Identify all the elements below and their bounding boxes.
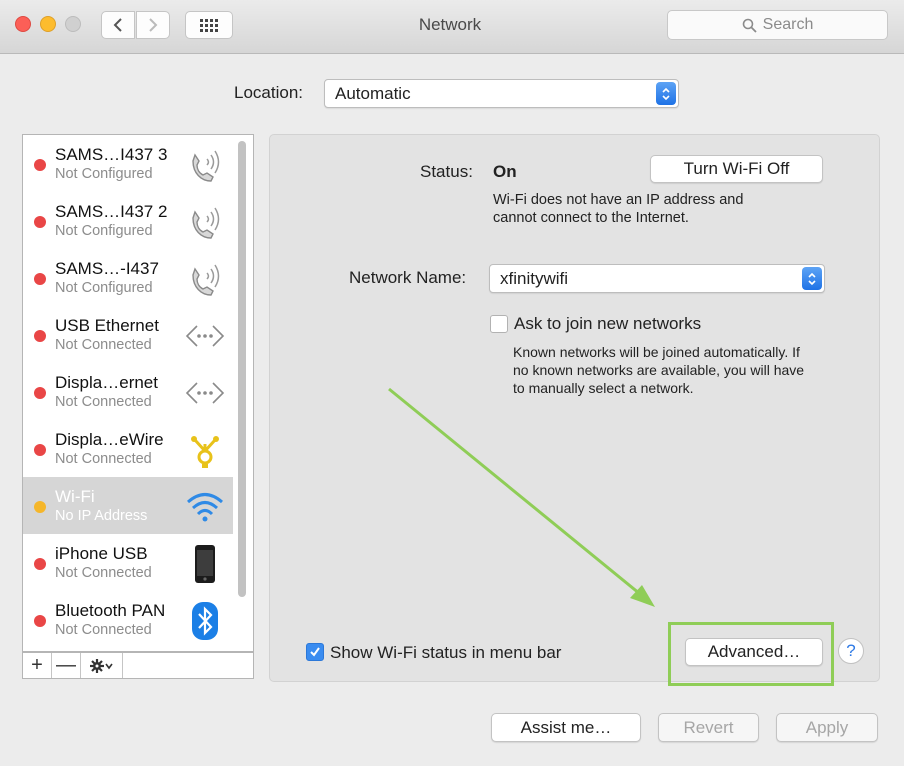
help-button[interactable]: ? — [838, 638, 864, 664]
show-wifi-status-checkbox[interactable] — [306, 643, 324, 661]
revert-button[interactable]: Revert — [658, 713, 759, 742]
apply-button[interactable]: Apply — [776, 713, 878, 742]
checkmark-icon — [310, 647, 320, 657]
advanced-button[interactable]: Advanced… — [685, 638, 823, 666]
show-wifi-status-label: Show Wi-Fi status in menu bar — [330, 643, 562, 662]
assist-me-button[interactable]: Assist me… — [491, 713, 641, 742]
